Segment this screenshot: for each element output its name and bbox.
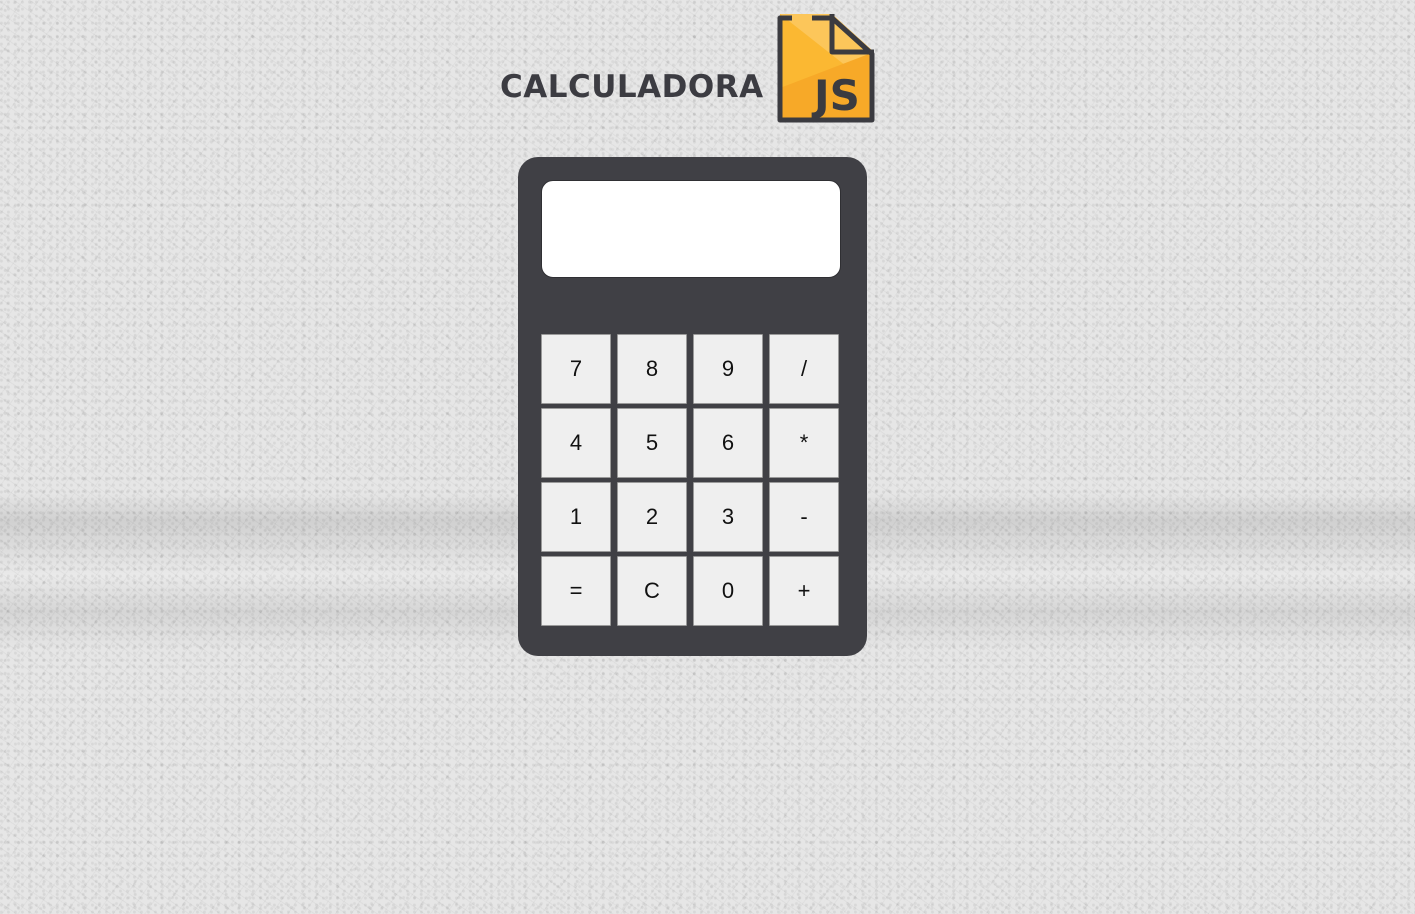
key-subtract[interactable]: - [769, 482, 839, 552]
key-5[interactable]: 5 [617, 408, 687, 478]
key-9[interactable]: 9 [693, 334, 763, 404]
key-1[interactable]: 1 [541, 482, 611, 552]
key-3[interactable]: 3 [693, 482, 763, 552]
key-4[interactable]: 4 [541, 408, 611, 478]
key-multiply[interactable]: * [769, 408, 839, 478]
key-add[interactable]: + [769, 556, 839, 626]
js-file-icon: JS [777, 14, 875, 123]
keypad: 7 8 9 / 4 5 6 * 1 2 3 - = C 0 + [541, 334, 839, 626]
key-divide[interactable]: / [769, 334, 839, 404]
key-8[interactable]: 8 [617, 334, 687, 404]
calculator-display[interactable] [541, 180, 841, 278]
calculator-body: 7 8 9 / 4 5 6 * 1 2 3 - = C 0 + [518, 157, 867, 656]
key-clear[interactable]: C [617, 556, 687, 626]
key-6[interactable]: 6 [693, 408, 763, 478]
key-0[interactable]: 0 [693, 556, 763, 626]
key-7[interactable]: 7 [541, 334, 611, 404]
js-badge-label: JS [811, 71, 860, 120]
app-logo: CALCULADORA JS [500, 8, 880, 128]
app-title: CALCULADORA [500, 69, 764, 105]
key-2[interactable]: 2 [617, 482, 687, 552]
key-equals[interactable]: = [541, 556, 611, 626]
